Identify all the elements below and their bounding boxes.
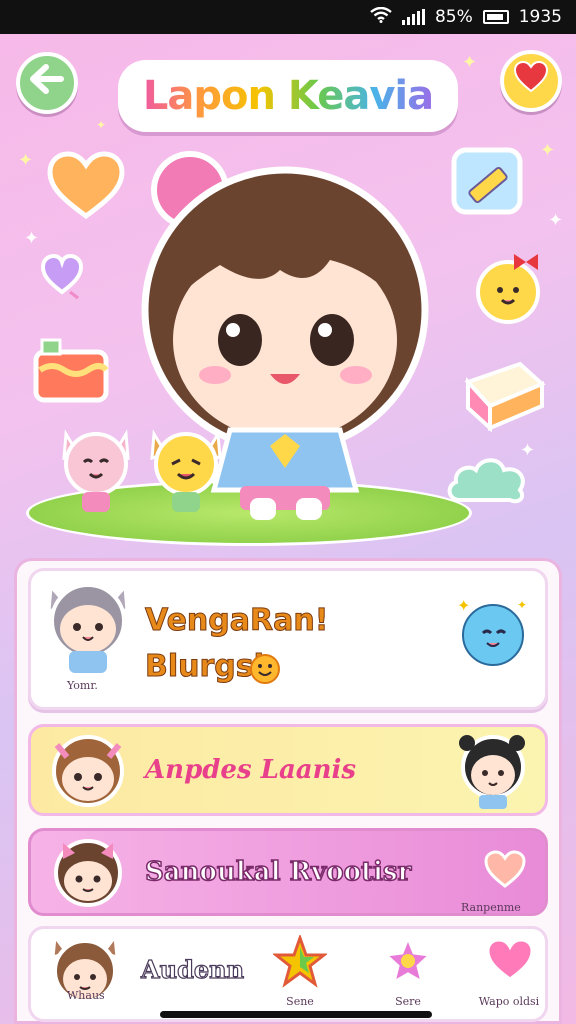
- list-item-label: Sanoukal Rvootisr: [144, 856, 412, 888]
- cake-sticker: [30, 330, 114, 414]
- pink-cat-sticker: [56, 420, 136, 520]
- avatar: [45, 831, 131, 915]
- svg-text:✦: ✦: [517, 598, 527, 612]
- wifi-icon: [370, 6, 392, 28]
- avatar-caption: Yomr.: [67, 679, 98, 692]
- app-title: Lapon Keavia: [118, 60, 458, 132]
- back-button[interactable]: [16, 52, 78, 114]
- nav-item-heart[interactable]: Wapo oldsi: [471, 935, 547, 1015]
- nav-item-label: Sene: [286, 995, 314, 1008]
- nav-item-flower[interactable]: Sere: [377, 933, 439, 1015]
- avatar-caption: Whaus: [67, 989, 105, 1002]
- sparkle-icon: ✦: [24, 228, 40, 249]
- smiley-icon: [249, 653, 281, 689]
- home-indicator[interactable]: [160, 1011, 432, 1018]
- card-title-line1: VengaRan!: [144, 603, 329, 639]
- nav-item-label: Wapo oldsi: [478, 995, 540, 1008]
- sparkle-icon: ✦: [462, 52, 478, 73]
- heart-icon: [513, 60, 549, 103]
- list-item-label: Anpdes Laanis: [145, 755, 357, 785]
- app-title-text: Lapon Keavia: [142, 73, 434, 119]
- featured-card[interactable]: Yomr. VengaRan! Blurgsi ✦ ✦: [28, 568, 548, 710]
- signal-icon: [401, 9, 425, 25]
- arrow-left-icon: [30, 63, 64, 103]
- sparkle-icon: ✦: [548, 210, 564, 231]
- bottom-nav-card: Whaus Audenn Sene Sere Wapo oldsi: [28, 926, 548, 1022]
- heart-icon: [483, 849, 527, 893]
- battery-icon: [482, 10, 509, 24]
- side-caption: Ranpenme: [461, 901, 521, 914]
- clock: 1935: [518, 7, 562, 27]
- favorite-button[interactable]: [500, 50, 562, 112]
- cake-slice-sticker: [460, 352, 548, 438]
- card-label: Audenn: [140, 954, 245, 984]
- sparkle-icon: ✦: [96, 118, 107, 132]
- avatar: [455, 727, 531, 811]
- battery-percent: 85%: [434, 7, 473, 27]
- avatar: [45, 727, 131, 815]
- yellow-cat-sticker: [146, 420, 226, 520]
- list-item[interactable]: Sanoukal Rvootisr Ranpenme: [28, 828, 548, 916]
- blue-blob-mascot-icon: ✦ ✦: [451, 591, 537, 681]
- sparkle-icon: ✦: [540, 140, 556, 161]
- svg-text:✦: ✦: [457, 596, 470, 615]
- balloon-heart-sticker: [40, 248, 88, 304]
- status-bar: 85% 1935: [0, 0, 576, 34]
- star-icon: [271, 933, 329, 993]
- heart-icon: [485, 937, 535, 987]
- sparkle-icon: ✦: [18, 150, 34, 171]
- card-title-line2: Blurgsi: [145, 649, 265, 685]
- nav-item-label: Sere: [395, 995, 421, 1008]
- pencil-card-sticker: [448, 144, 530, 230]
- nav-item-star[interactable]: Sene: [269, 933, 331, 1015]
- bow-chick-sticker: [470, 244, 550, 332]
- avatar: [43, 579, 133, 675]
- heart-sticker: [46, 150, 126, 226]
- list-item[interactable]: Anpdes Laanis: [28, 724, 548, 816]
- flower-star-icon: [382, 933, 434, 993]
